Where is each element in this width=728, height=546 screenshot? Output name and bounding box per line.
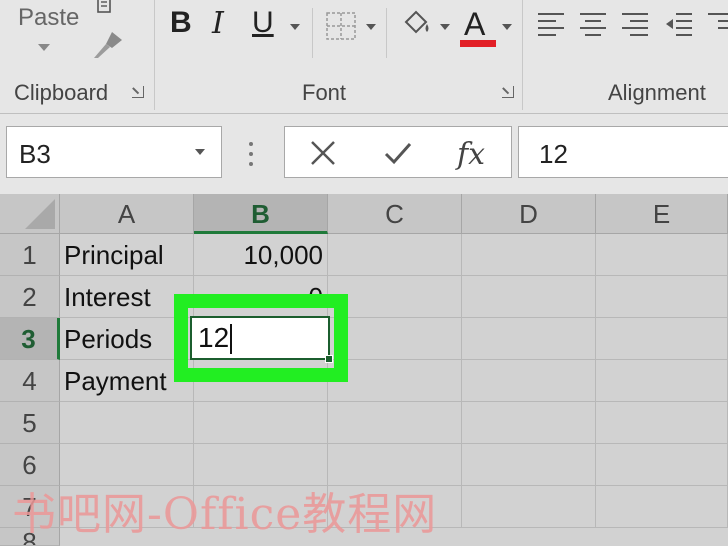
more-options-icon[interactable] [248, 140, 254, 168]
font-group-label: Font [302, 80, 347, 105]
cell-b3-value: 12 [198, 322, 230, 353]
italic-button[interactable]: I [212, 6, 224, 41]
cell-d3[interactable] [462, 318, 596, 360]
align-center-icon[interactable] [578, 10, 608, 40]
paste-button[interactable]: Paste [18, 4, 79, 32]
row-header-1[interactable]: 1 [0, 234, 60, 276]
format-painter-icon[interactable] [90, 30, 124, 60]
cell-b1[interactable]: 10,000 [194, 234, 328, 276]
cell-c5[interactable] [328, 402, 462, 444]
cell-e5[interactable] [596, 402, 728, 444]
name-box-dropdown-icon[interactable] [195, 149, 205, 155]
copy-icon[interactable] [94, 0, 118, 16]
column-header-d[interactable]: D [462, 194, 596, 234]
font-color-swatch [460, 40, 496, 47]
font-color-dropdown-icon[interactable] [502, 24, 512, 30]
cell-e3[interactable] [596, 318, 728, 360]
clipboard-group-label: Clipboard [14, 80, 109, 105]
row-header-4[interactable]: 4 [0, 360, 60, 402]
cell-a1[interactable]: Principal [60, 234, 194, 276]
cancel-icon[interactable] [309, 139, 337, 167]
formula-input[interactable]: 12 [518, 126, 728, 178]
cell-e1[interactable] [596, 234, 728, 276]
row-header-5[interactable]: 5 [0, 402, 60, 444]
cell-a5[interactable] [60, 402, 194, 444]
borders-icon[interactable] [326, 12, 356, 40]
select-all-button[interactable] [0, 194, 60, 234]
cell-c1[interactable] [328, 234, 462, 276]
fill-color-icon[interactable] [400, 8, 434, 40]
cell-e6[interactable] [596, 444, 728, 486]
column-header-a[interactable]: A [60, 194, 194, 234]
cell-e2[interactable] [596, 276, 728, 318]
fill-handle[interactable] [325, 355, 333, 363]
underline-dropdown-icon[interactable] [290, 24, 300, 30]
cell-b5[interactable] [194, 402, 328, 444]
cell-b3[interactable]: 12 [190, 316, 333, 363]
watermark: 书吧网-Office教程网 [12, 489, 438, 540]
font-color-glyph: A [464, 6, 486, 42]
alignment-group-label: Alignment [608, 80, 706, 105]
decrease-indent-icon[interactable] [664, 10, 694, 40]
borders-dropdown-icon[interactable] [366, 24, 376, 30]
cell-c4[interactable] [328, 360, 462, 402]
cell-d4[interactable] [462, 360, 596, 402]
group-divider [522, 0, 523, 110]
formula-bar: B3 fx 12 [0, 114, 728, 194]
group-divider [154, 0, 155, 110]
font-color-icon[interactable]: A [460, 6, 496, 47]
increase-indent-icon[interactable] [706, 10, 728, 40]
cell-d7[interactable] [462, 486, 596, 528]
align-right-icon[interactable] [620, 10, 650, 40]
paste-dropdown-icon[interactable] [38, 44, 50, 51]
cell-d2[interactable] [462, 276, 596, 318]
clipboard-launcher-icon[interactable] [132, 86, 144, 98]
formula-actions: fx [284, 126, 512, 178]
column-header-b[interactable]: B [194, 194, 328, 234]
cell-e7[interactable] [596, 486, 728, 528]
bold-button[interactable]: B [170, 6, 192, 40]
enter-check-icon[interactable] [383, 139, 413, 167]
cell-c2[interactable] [328, 276, 462, 318]
divider [312, 8, 313, 58]
align-left-icon[interactable] [536, 10, 566, 40]
text-cursor [230, 324, 232, 354]
fill-color-dropdown-icon[interactable] [440, 24, 450, 30]
cell-d6[interactable] [462, 444, 596, 486]
name-box[interactable]: B3 [6, 126, 222, 178]
divider [386, 8, 387, 58]
select-all-icon [25, 199, 55, 229]
font-launcher-icon[interactable] [502, 86, 514, 98]
cell-e4[interactable] [596, 360, 728, 402]
name-box-value: B3 [19, 139, 51, 169]
insert-function-icon[interactable]: fx [457, 137, 485, 172]
cell-c3[interactable] [328, 318, 462, 360]
formula-value: 12 [539, 139, 568, 169]
row-header-2[interactable]: 2 [0, 276, 60, 318]
ribbon: Paste Clipboard B I U A Font Alignment [0, 0, 728, 114]
column-header-e[interactable]: E [596, 194, 728, 234]
row-header-3[interactable]: 3 [0, 318, 60, 360]
column-header-c[interactable]: C [328, 194, 462, 234]
cell-d1[interactable] [462, 234, 596, 276]
underline-button[interactable]: U [252, 6, 274, 40]
cell-d5[interactable] [462, 402, 596, 444]
